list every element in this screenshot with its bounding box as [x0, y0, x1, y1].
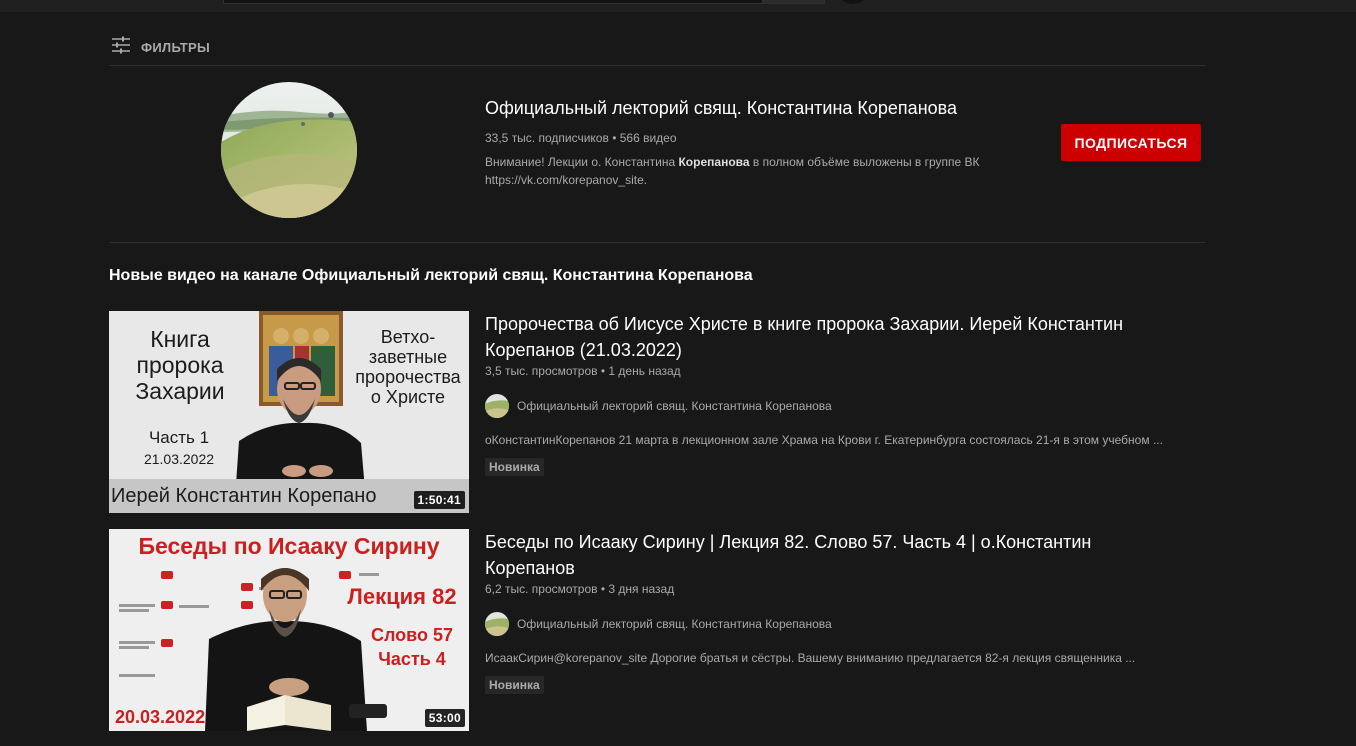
thumb-date: 21.03.2022 [143, 451, 215, 467]
divider [109, 65, 1205, 66]
thumb-book-title: Книга пророка Захарии [135, 326, 225, 404]
video-channel[interactable]: Официальный лекторий свящ. Константина К… [485, 612, 832, 636]
video-title[interactable]: Пророчества об Иисусе Христе в книге про… [485, 311, 1185, 363]
channel-mini-avatar[interactable] [485, 612, 509, 636]
video-description: оКонстантинКорепанов 21 марта в лекционн… [485, 433, 1163, 447]
filters-label: ФИЛЬТРЫ [141, 39, 211, 55]
new-badge: Новинка [485, 676, 544, 694]
publish-age: 3 дня назад [608, 582, 675, 596]
section-title: Новые видео на канале Официальный лектор… [109, 267, 753, 284]
thumb-part: Часть 1 [148, 428, 210, 447]
thumb-subtitle: Ветхо-заветные пророчества о Христе [355, 327, 461, 408]
video-channel[interactable]: Официальный лекторий свящ. Константина К… [485, 394, 832, 418]
video-title[interactable]: Беседы по Исааку Сирину | Лекция 82. Сло… [485, 529, 1185, 581]
thumb-banner: Иерей Константин Корепано [111, 485, 377, 507]
channel-stats: 33,5 тыс. подписчиков • 566 видео [485, 131, 677, 145]
subscribe-button[interactable]: ПОДПИСАТЬСЯ [1061, 124, 1201, 161]
view-count: 3,5 тыс. просмотров [485, 364, 598, 378]
video-meta: 3,5 тыс. просмотров • 1 день назад [485, 364, 681, 378]
thumb-lecture: Лекция 82 [347, 584, 457, 609]
video-description: ИсаакСирин@korepanov_site Дорогие братья… [485, 651, 1136, 665]
thumb-date: 20.03.2022 [115, 707, 206, 727]
thumb-word: Слово 57 [370, 625, 454, 645]
view-count: 6,2 тыс. просмотров [485, 582, 598, 596]
channel-name[interactable]: Официальный лекторий свящ. Константина К… [517, 617, 832, 631]
channel-avatar[interactable] [221, 82, 357, 218]
sliders-icon [109, 33, 133, 62]
publish-age: 1 день назад [608, 364, 681, 378]
thumb-series-title: Беседы по Исааку Сирину [138, 533, 440, 559]
meta-separator: • [612, 131, 620, 145]
description-text: Внимание! Лекции о. Константина [485, 155, 679, 169]
new-badge: Новинка [485, 458, 544, 476]
channel-description: Внимание! Лекции о. Константина Корепано… [485, 153, 1005, 189]
voice-search-button[interactable] [838, 0, 868, 4]
filters-button[interactable]: ФИЛЬТРЫ [109, 34, 210, 60]
subscriber-count: 33,5 тыс. подписчиков [485, 131, 609, 145]
video-thumbnail[interactable]: Беседы по Исааку Сирину Лекция 82 Слово … [109, 529, 469, 731]
video-duration: 1:50:41 [413, 491, 465, 509]
video-meta: 6,2 тыс. просмотров • 3 дня назад [485, 582, 674, 596]
video-thumbnail[interactable]: Книга пророка Захарии Часть 1 21.03.2022… [109, 311, 469, 513]
divider [109, 242, 1205, 243]
channel-mini-avatar[interactable] [485, 394, 509, 418]
description-highlight: Корепанова [678, 155, 750, 169]
channel-title[interactable]: Официальный лекторий свящ. Константина К… [485, 98, 957, 119]
video-duration: 53:00 [424, 709, 465, 727]
thumb-part: Часть 4 [378, 649, 446, 669]
search-button[interactable] [763, 0, 825, 4]
masthead [0, 0, 1356, 12]
search-input[interactable] [223, 0, 763, 4]
video-count: 566 видео [619, 131, 677, 145]
channel-name[interactable]: Официальный лекторий свящ. Константина К… [517, 399, 832, 413]
